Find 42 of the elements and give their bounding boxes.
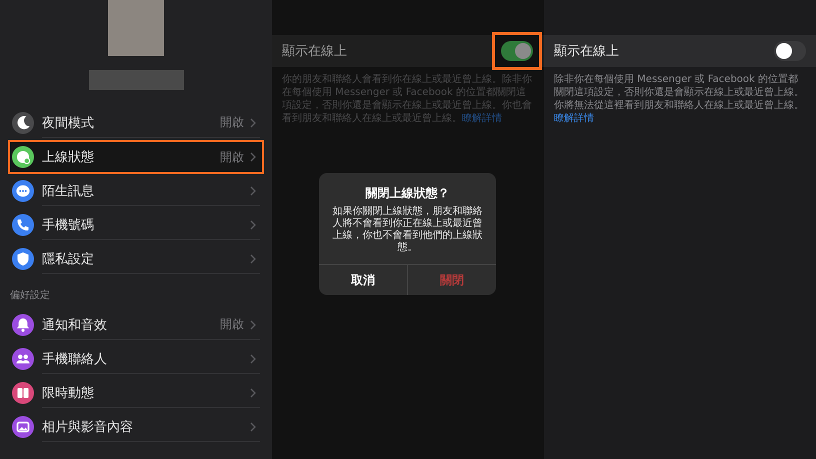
menu-row[interactable]: 夜間模式 開啟 xyxy=(8,106,264,140)
menu-label: 夜間模式 xyxy=(42,114,95,132)
dialog-message: 如果你關閉上線狀態，朋友和聯絡人將不會看到你正在線上或最近曾上線，你也不會看到他們的上線狀態。 xyxy=(332,206,484,254)
menu-label: 上線狀態 xyxy=(42,149,95,166)
chevron-icon xyxy=(250,354,256,364)
menu-label: 相片與影音內容 xyxy=(42,418,134,436)
dialog-title: 關閉上線狀態？ xyxy=(364,185,450,202)
setting-description: 你的朋友和聯絡人會看到你在線上或最近曾上線。除非你在每個使用 Messenger 或 Facebook 的位置都關閉這項設定，否則你還是會顯示在線上或最近曾上線。你也會看到朋友和聯絡人在線上或最近曾上線。瞭解詳情 xyxy=(282,73,533,125)
menu-label: 限時動態 xyxy=(42,384,95,402)
avatar-placeholder xyxy=(108,0,164,56)
menu-row[interactable]: 限時動態 xyxy=(8,376,264,410)
menu-label: 陌生訊息 xyxy=(42,182,95,200)
chevron-icon xyxy=(250,220,256,230)
menu-value: 開啟 xyxy=(220,148,244,166)
menu-row[interactable]: 手機聯絡人 xyxy=(8,342,264,376)
menu-label: 通知和音效 xyxy=(42,316,108,334)
menu-label: 手機聯絡人 xyxy=(42,350,108,368)
chevron-icon xyxy=(250,152,256,162)
setting-description: 除非你在每個使用 Messenger 或 Facebook 的位置都關閉這項設定，否則你還是會顯示在線上或最近曾上線。你將無法從這裡看到朋友和聯絡人在線上或最近曾上線。 瞭解詳情 xyxy=(554,73,805,125)
menu-row[interactable]: 通知和音效 開啟 xyxy=(8,308,264,342)
menu-label: 手機號碼 xyxy=(42,216,95,234)
menu-value: 開啟 xyxy=(220,114,244,131)
chevron-icon xyxy=(250,422,256,432)
learn-more-link[interactable]: 瞭解詳情 xyxy=(554,113,594,124)
setting-label: 顯示在線上 xyxy=(282,43,347,60)
chevron-icon xyxy=(250,118,256,128)
menu-row[interactable]: 陌生訊息 xyxy=(8,174,264,208)
toggle-switch[interactable] xyxy=(501,41,533,61)
toggle-switch[interactable] xyxy=(774,41,806,61)
chevron-icon xyxy=(250,254,256,264)
chevron-icon xyxy=(250,320,256,330)
menu-value: 開啟 xyxy=(220,316,244,333)
section-header: 偏好設定 xyxy=(9,288,51,303)
chevron-icon xyxy=(250,186,256,196)
highlighted-menu-row[interactable]: 上線狀態 開啟 xyxy=(8,140,264,174)
menu-row[interactable]: 手機號碼 xyxy=(8,208,264,242)
chevron-icon xyxy=(250,388,256,398)
menu-row[interactable]: 隱私設定 xyxy=(8,242,264,276)
menu-row[interactable]: 相片與影音內容 xyxy=(8,410,264,444)
cancel-button[interactable]: 取消 xyxy=(319,265,407,295)
setting-label: 顯示在線上 xyxy=(554,43,619,60)
menu-label: 隱私設定 xyxy=(42,250,95,268)
